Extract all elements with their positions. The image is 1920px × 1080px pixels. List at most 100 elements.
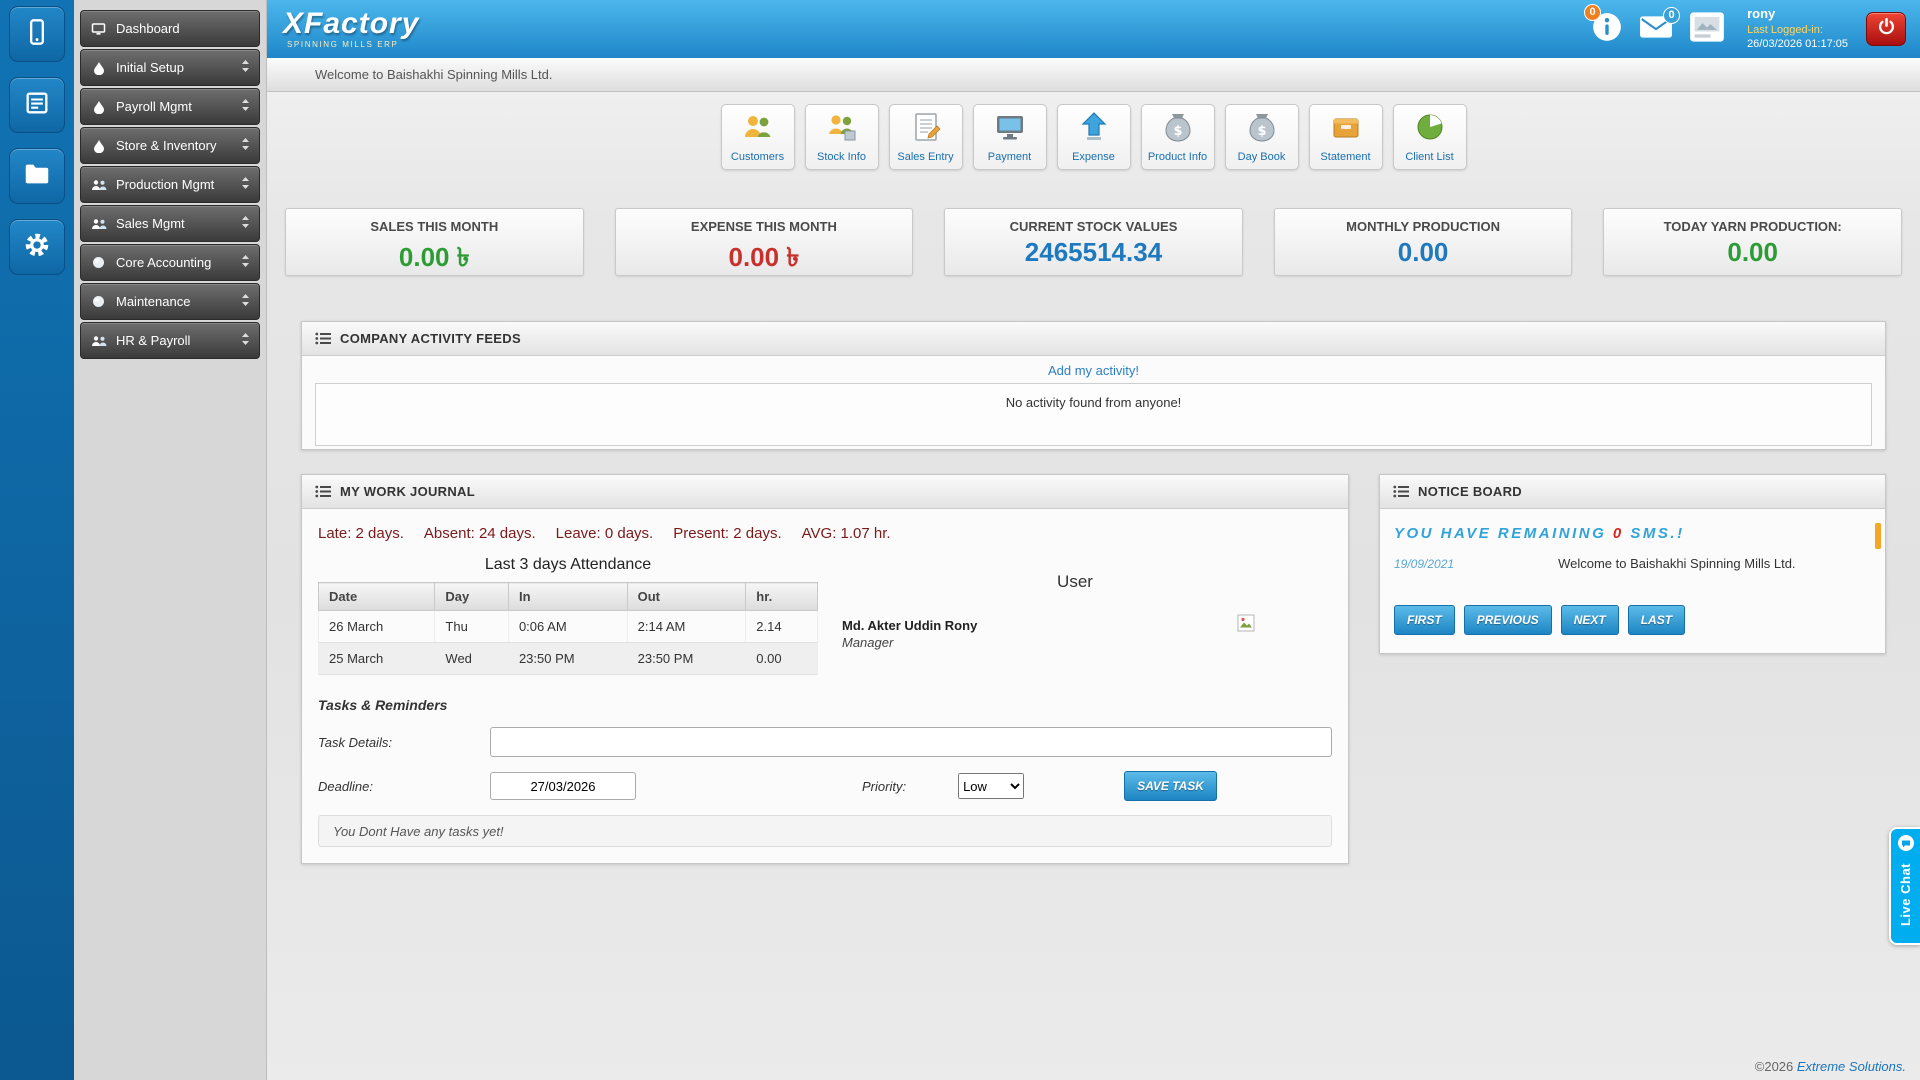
summary-absent: Absent: 24 days.	[424, 525, 536, 542]
col-date: Date	[319, 583, 435, 611]
expand-arrows-icon	[241, 215, 250, 232]
previous-button[interactable]: PREVIOUS	[1464, 605, 1552, 635]
sidebar-item-hr-payroll[interactable]: HR & Payroll	[80, 322, 260, 359]
summary-leave: Leave: 0 days.	[556, 525, 654, 542]
droplet-icon	[90, 100, 107, 114]
expand-arrows-icon	[241, 137, 250, 154]
summary-present: Present: 2 days.	[673, 525, 781, 542]
messages-button[interactable]: 0	[1639, 14, 1673, 45]
rail-settings-button[interactable]	[9, 219, 65, 275]
users-icon	[90, 335, 107, 347]
priority-label: Priority:	[862, 779, 906, 794]
deadline-label: Deadline:	[318, 779, 490, 794]
notice-board-panel: NOTICE BOARD YOU HAVE REMAINING 0 SMS.! …	[1379, 474, 1886, 654]
cell-date: 25 March	[319, 643, 435, 675]
work-journal-header: MY WORK JOURNAL	[302, 475, 1348, 509]
table-row: 26 March Thu 0:06 AM 2:14 AM 2.14	[319, 611, 818, 643]
sidebar-item-label: Production Mgmt	[116, 177, 241, 192]
sales-entry-icon	[910, 111, 942, 148]
col-out: Out	[627, 583, 746, 611]
quick-link-label: Statement	[1320, 151, 1370, 163]
quick-link-customers[interactable]: Customers	[721, 104, 795, 170]
rail-news-button[interactable]	[9, 77, 65, 133]
stat-current-stock-values: CURRENT STOCK VALUES 2465514.34	[944, 208, 1243, 276]
quick-link-label: Client List	[1405, 151, 1453, 163]
extreme-solutions-link[interactable]: Extreme Solutions.	[1797, 1059, 1906, 1074]
quick-link-expense[interactable]: Expense	[1057, 104, 1131, 170]
app-root: Dashboard Initial Setup Payroll Mgmt Sto…	[0, 0, 1920, 1080]
quick-link-label: Product Info	[1148, 151, 1207, 163]
cell-in: 0:06 AM	[508, 611, 627, 643]
info-button[interactable]: 0	[1591, 11, 1623, 48]
app-logo[interactable]: XFactory SPINNING MILLS ERP	[283, 9, 419, 49]
quick-link-sales-entry[interactable]: Sales Entry	[889, 104, 963, 170]
sidebar-item-dashboard[interactable]: Dashboard	[80, 10, 260, 47]
quick-link-client-list[interactable]: Client List	[1393, 104, 1467, 170]
quick-link-stock-info[interactable]: Stock Info	[805, 104, 879, 170]
add-activity-link[interactable]: Add my activity!	[315, 363, 1872, 378]
stat-label: MONTHLY PRODUCTION	[1275, 219, 1572, 234]
notice-board-header: NOTICE BOARD	[1380, 475, 1885, 509]
sidebar-item-label: Core Accounting	[116, 255, 241, 270]
sidebar-item-label: Maintenance	[116, 294, 241, 309]
cell-out: 23:50 PM	[627, 643, 746, 675]
sidebar-item-initial-setup[interactable]: Initial Setup	[80, 49, 260, 86]
task-details-input[interactable]	[490, 727, 1332, 757]
money-bag-icon: $	[1246, 111, 1278, 148]
droplet-icon	[90, 139, 107, 153]
sidebar-item-sales-mgmt[interactable]: Sales Mgmt	[80, 205, 260, 242]
attendance-title: Last 3 days Attendance	[318, 556, 818, 574]
sidebar-item-maintenance[interactable]: Maintenance	[80, 283, 260, 320]
employee-name: Md. Akter Uddin Rony	[842, 618, 977, 633]
sidebar: Dashboard Initial Setup Payroll Mgmt Sto…	[74, 0, 267, 1080]
list-icon	[315, 332, 331, 345]
icon-rail	[0, 0, 74, 1080]
welcome-bar: Welcome to Baishakhi Spinning Mills Ltd.	[267, 58, 1920, 92]
col-hr: hr.	[746, 583, 818, 611]
sidebar-item-payroll-mgmt[interactable]: Payroll Mgmt	[80, 88, 260, 125]
quick-link-payment[interactable]: Payment	[973, 104, 1047, 170]
quick-link-day-book[interactable]: $ Day Book	[1225, 104, 1299, 170]
quick-link-label: Day Book	[1238, 151, 1286, 163]
tasks-reminders-title: Tasks & Reminders	[318, 697, 1332, 713]
deadline-input[interactable]	[490, 772, 636, 800]
sidebar-item-store-inventory[interactable]: Store & Inventory	[80, 127, 260, 164]
sidebar-item-production-mgmt[interactable]: Production Mgmt	[80, 166, 260, 203]
stat-label: SALES THIS MONTH	[286, 219, 583, 234]
work-journal-panel: MY WORK JOURNAL Late: 2 days.Absent: 24 …	[301, 474, 1349, 864]
sms-prefix: YOU HAVE REMAINING	[1394, 525, 1606, 542]
stat-sales-this-month: SALES THIS MONTH 0.00 ৳	[285, 208, 584, 276]
activity-feeds-title: COMPANY ACTIVITY FEEDS	[340, 331, 521, 346]
statement-icon	[1330, 111, 1362, 148]
cell-day: Thu	[435, 611, 509, 643]
gallery-button[interactable]	[1689, 11, 1725, 48]
quick-link-statement[interactable]: Statement	[1309, 104, 1383, 170]
save-task-button[interactable]: SAVE TASK	[1124, 771, 1217, 801]
rail-mobile-button[interactable]	[9, 6, 65, 62]
logout-button[interactable]	[1866, 12, 1906, 46]
next-button[interactable]: NEXT	[1561, 605, 1619, 635]
users-icon	[90, 218, 107, 230]
user-section: User Md. Akter Uddin Rony Manager	[818, 556, 1332, 675]
quick-link-label: Customers	[731, 151, 784, 163]
expense-icon	[1078, 111, 1110, 148]
image-icon	[1689, 11, 1725, 48]
quick-link-label: Payment	[988, 151, 1031, 163]
first-button[interactable]: FIRST	[1394, 605, 1455, 635]
copyright-text: ©2026	[1755, 1059, 1794, 1074]
stat-monthly-production: MONTHLY PRODUCTION 0.00	[1274, 208, 1573, 276]
last-button[interactable]: LAST	[1628, 605, 1685, 635]
sidebar-item-label: Dashboard	[116, 21, 250, 36]
expand-arrows-icon	[241, 332, 250, 349]
sidebar-item-label: Initial Setup	[116, 60, 241, 75]
monitor-icon	[90, 22, 107, 36]
priority-select[interactable]: Low	[958, 773, 1024, 799]
quick-link-product-info[interactable]: $ Product Info	[1141, 104, 1215, 170]
rail-folder-button[interactable]	[9, 148, 65, 204]
tasks-empty-text: You Dont Have any tasks yet!	[333, 824, 504, 839]
stat-expense-this-month: EXPENSE THIS MONTH 0.00 ৳	[615, 208, 914, 276]
notice-scrollbar-thumb[interactable]	[1875, 523, 1881, 549]
live-chat-tab[interactable]: Live Chat	[1889, 827, 1920, 945]
stat-today-yarn-production: TODAY YARN PRODUCTION: 0.00	[1603, 208, 1902, 276]
sidebar-item-core-accounting[interactable]: Core Accounting	[80, 244, 260, 281]
